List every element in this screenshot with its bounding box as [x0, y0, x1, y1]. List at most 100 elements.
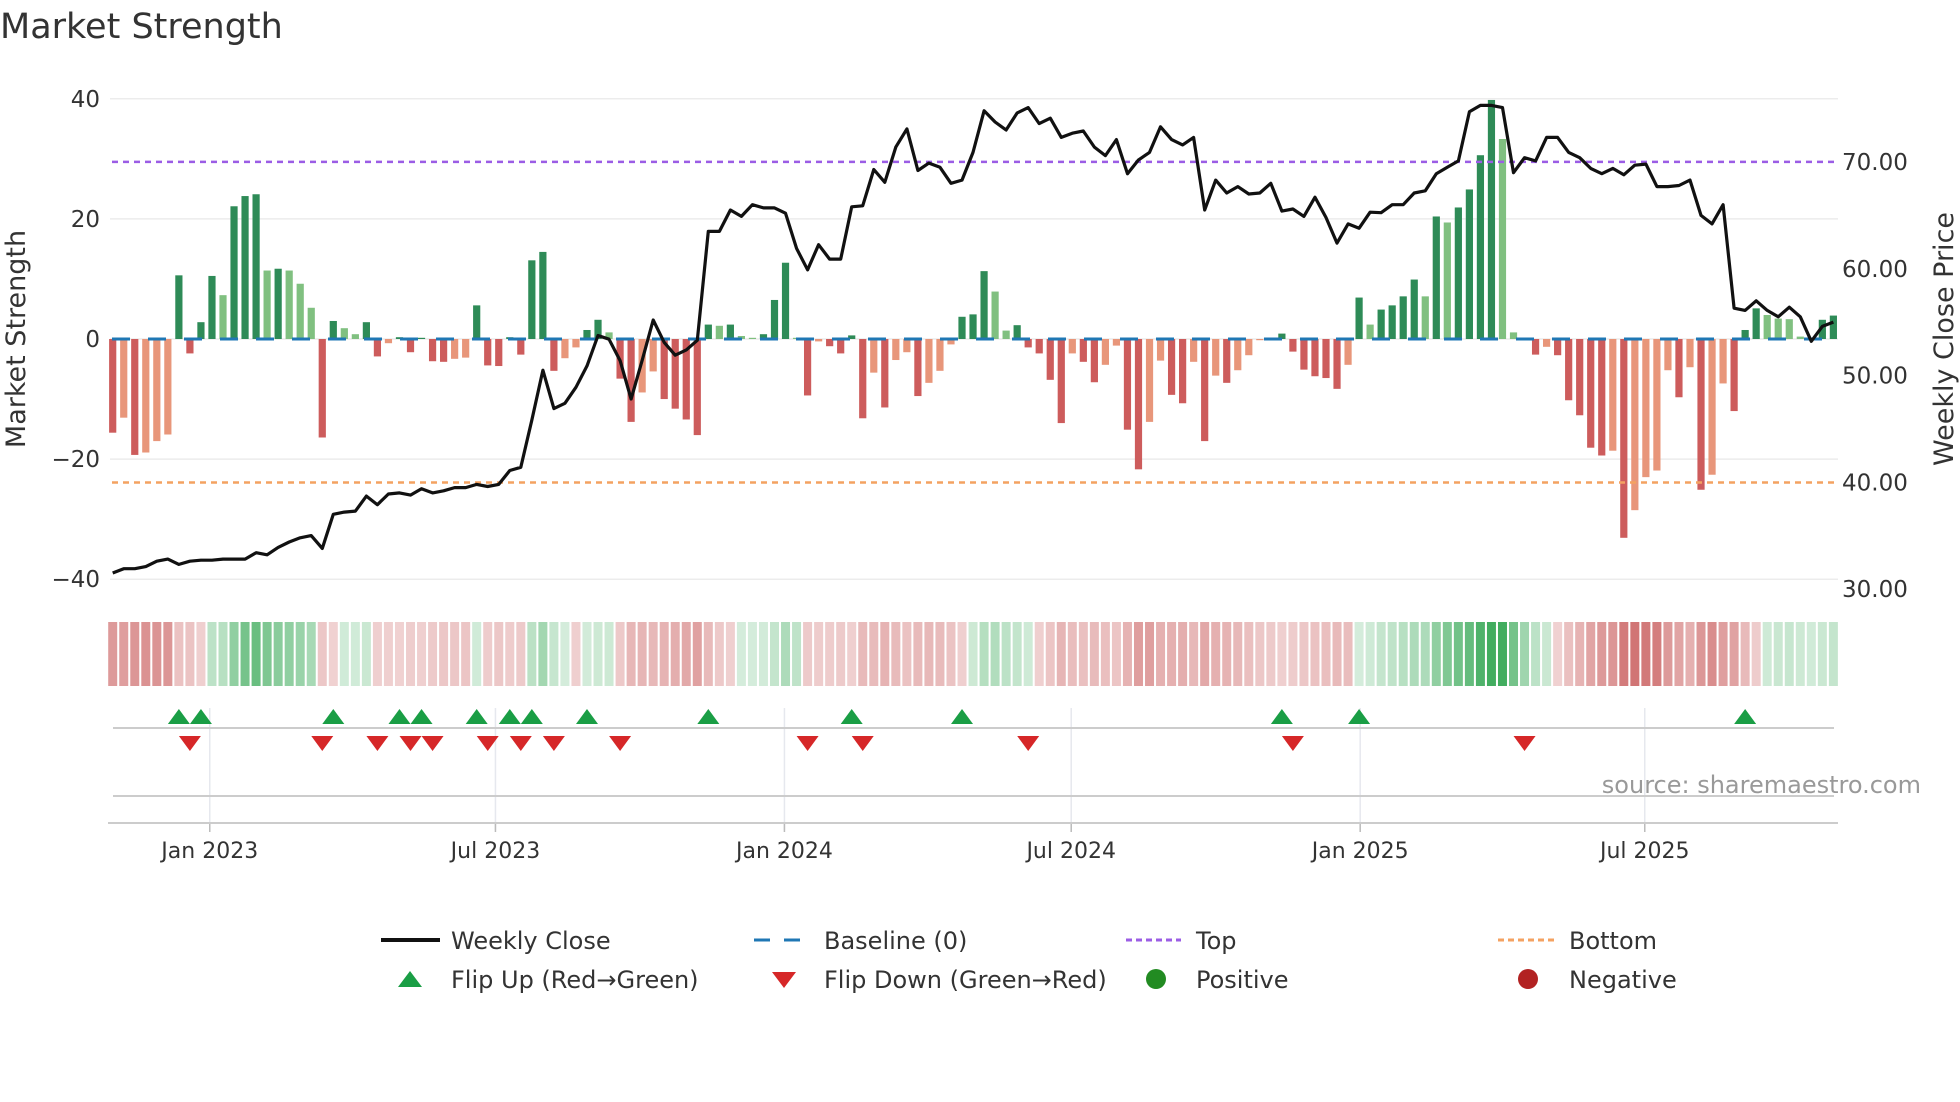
strength-bar: [671, 339, 679, 409]
strip-cell: [1133, 622, 1143, 686]
strip-cell: [516, 622, 526, 686]
strip-cell: [394, 622, 404, 686]
strip-cell: [1376, 622, 1386, 686]
flip-up-marker: [951, 709, 974, 724]
strip-cell: [1409, 622, 1419, 686]
chart-title: Market Strength: [0, 7, 283, 47]
strip-cell: [571, 622, 581, 686]
strip-cell: [306, 622, 316, 686]
strip-cell: [1762, 622, 1772, 686]
legend-bottom-label: Bottom: [1569, 927, 1657, 955]
strip-cell: [163, 622, 173, 686]
strength-bar: [572, 339, 580, 348]
strip-cell: [1045, 622, 1055, 686]
strength-bar: [980, 271, 988, 339]
strip-cell: [185, 622, 195, 686]
strength-bar: [1796, 336, 1804, 339]
strip-cell: [1586, 622, 1596, 686]
strength-bar: [1476, 155, 1485, 339]
strength-bar: [936, 339, 944, 371]
strip-cell: [1564, 622, 1574, 686]
flip-down-marker: [1017, 736, 1040, 751]
strength-bar: [649, 339, 657, 372]
strip-cell: [251, 622, 261, 686]
strength-bar: [1664, 339, 1672, 371]
flip-up-marker: [840, 709, 863, 724]
strength-bar: [428, 339, 437, 362]
strength-bar: [329, 320, 337, 339]
strength-bar: [1432, 216, 1440, 339]
strip-cell: [1663, 622, 1673, 686]
strip-cell: [141, 622, 151, 686]
strip-cell: [1122, 622, 1132, 686]
strip-cell: [284, 622, 294, 686]
flip-panel: [108, 708, 1838, 832]
strip-cell: [560, 622, 570, 686]
strength-bar: [660, 339, 668, 400]
y2-tick-label: 50.00: [1842, 364, 1908, 390]
strip-cell: [1111, 622, 1121, 686]
strip-cell: [1023, 622, 1033, 686]
strip-cell: [1575, 622, 1585, 686]
strip-cell: [968, 622, 978, 686]
strength-bar: [186, 339, 194, 354]
strip-cell: [1056, 622, 1066, 686]
strip-cell: [1156, 622, 1166, 686]
strength-bar: [1057, 339, 1065, 424]
strength-bar: [1112, 339, 1121, 346]
strength-bar: [120, 339, 128, 418]
strip-cell: [1641, 622, 1651, 686]
strip-cell: [1012, 622, 1022, 686]
strength-bar: [1399, 296, 1407, 339]
strip-cell: [196, 622, 206, 686]
strip-cell: [1365, 622, 1375, 686]
strip-cell: [836, 622, 846, 686]
strip-cell: [1597, 622, 1607, 686]
strength-bar: [991, 291, 999, 339]
y-tick-label: −40: [51, 567, 100, 593]
strip-cell: [1773, 622, 1783, 686]
strength-bar: [1388, 305, 1396, 339]
strength-bar: [263, 270, 271, 339]
strip-cell: [659, 622, 669, 686]
flip-down-marker: [421, 736, 444, 751]
flip-up-marker: [410, 709, 433, 724]
strength-bar: [1377, 309, 1385, 339]
strip-cell: [1718, 622, 1728, 686]
strip-cell: [317, 622, 327, 686]
strength-bar: [1498, 139, 1507, 339]
y2-tick-label: 70.00: [1842, 150, 1908, 176]
flip-up-marker: [388, 709, 411, 724]
y-tick-label: −20: [51, 447, 100, 473]
strip-cell: [703, 622, 713, 686]
strength-bar: [1167, 339, 1176, 395]
flip-up-marker: [520, 709, 543, 724]
strength-bar: [1487, 99, 1496, 339]
strip-cell: [747, 622, 757, 686]
strength-bar: [219, 295, 227, 339]
strip-cell: [681, 622, 691, 686]
strength-bar: [517, 339, 525, 355]
strength-bar: [252, 194, 260, 339]
strip-cell: [406, 622, 416, 686]
strength-bar: [1101, 339, 1109, 365]
strip-cell: [538, 622, 548, 686]
strip-cell: [428, 622, 438, 686]
strip-cell: [770, 622, 779, 686]
strip-cell: [417, 622, 427, 686]
strength-bar: [770, 299, 779, 339]
strip-cell: [1806, 622, 1816, 686]
strip-cell: [1630, 622, 1640, 686]
strength-bar: [1719, 339, 1727, 384]
strip-cell: [1178, 622, 1188, 686]
strength-bar: [1421, 296, 1429, 339]
strip-cell: [1696, 622, 1706, 686]
strength-bar: [550, 339, 558, 371]
strength-bar: [340, 328, 348, 339]
strip-cell: [1001, 622, 1011, 686]
strength-bar: [704, 324, 712, 339]
strength-bar: [495, 339, 503, 367]
flip-down-marker: [851, 736, 874, 751]
strip-cell: [582, 622, 592, 686]
strip-cell: [814, 622, 824, 686]
